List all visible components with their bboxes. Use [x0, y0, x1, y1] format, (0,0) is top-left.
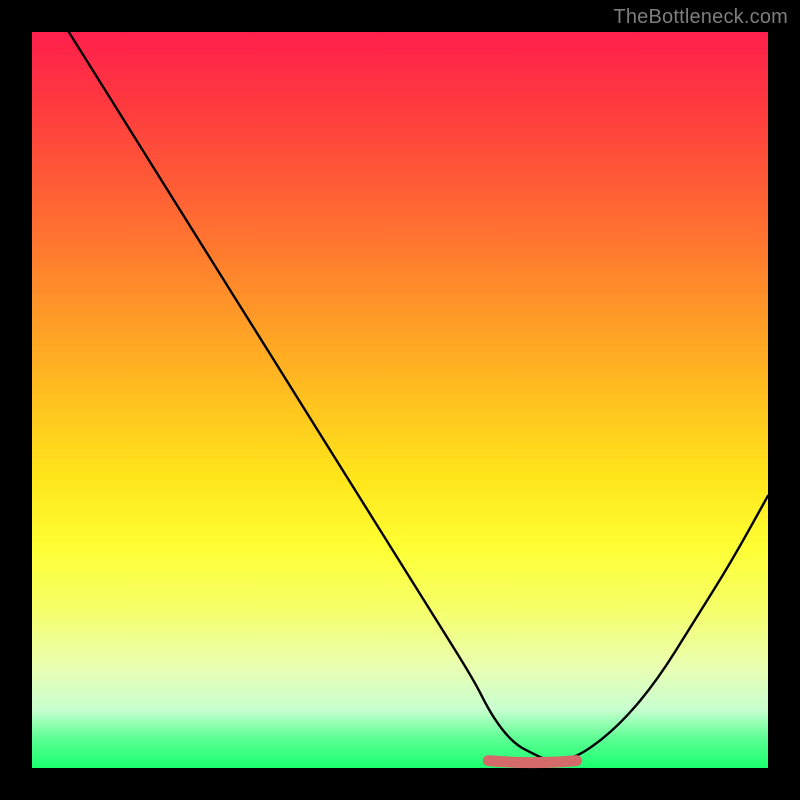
chart-svg [32, 32, 768, 768]
highlight-segment [488, 761, 576, 763]
chart-plot-area [32, 32, 768, 768]
watermark-text: TheBottleneck.com [613, 6, 788, 29]
bottleneck-curve [69, 32, 768, 761]
chart-frame: TheBottleneck.com [0, 0, 800, 800]
